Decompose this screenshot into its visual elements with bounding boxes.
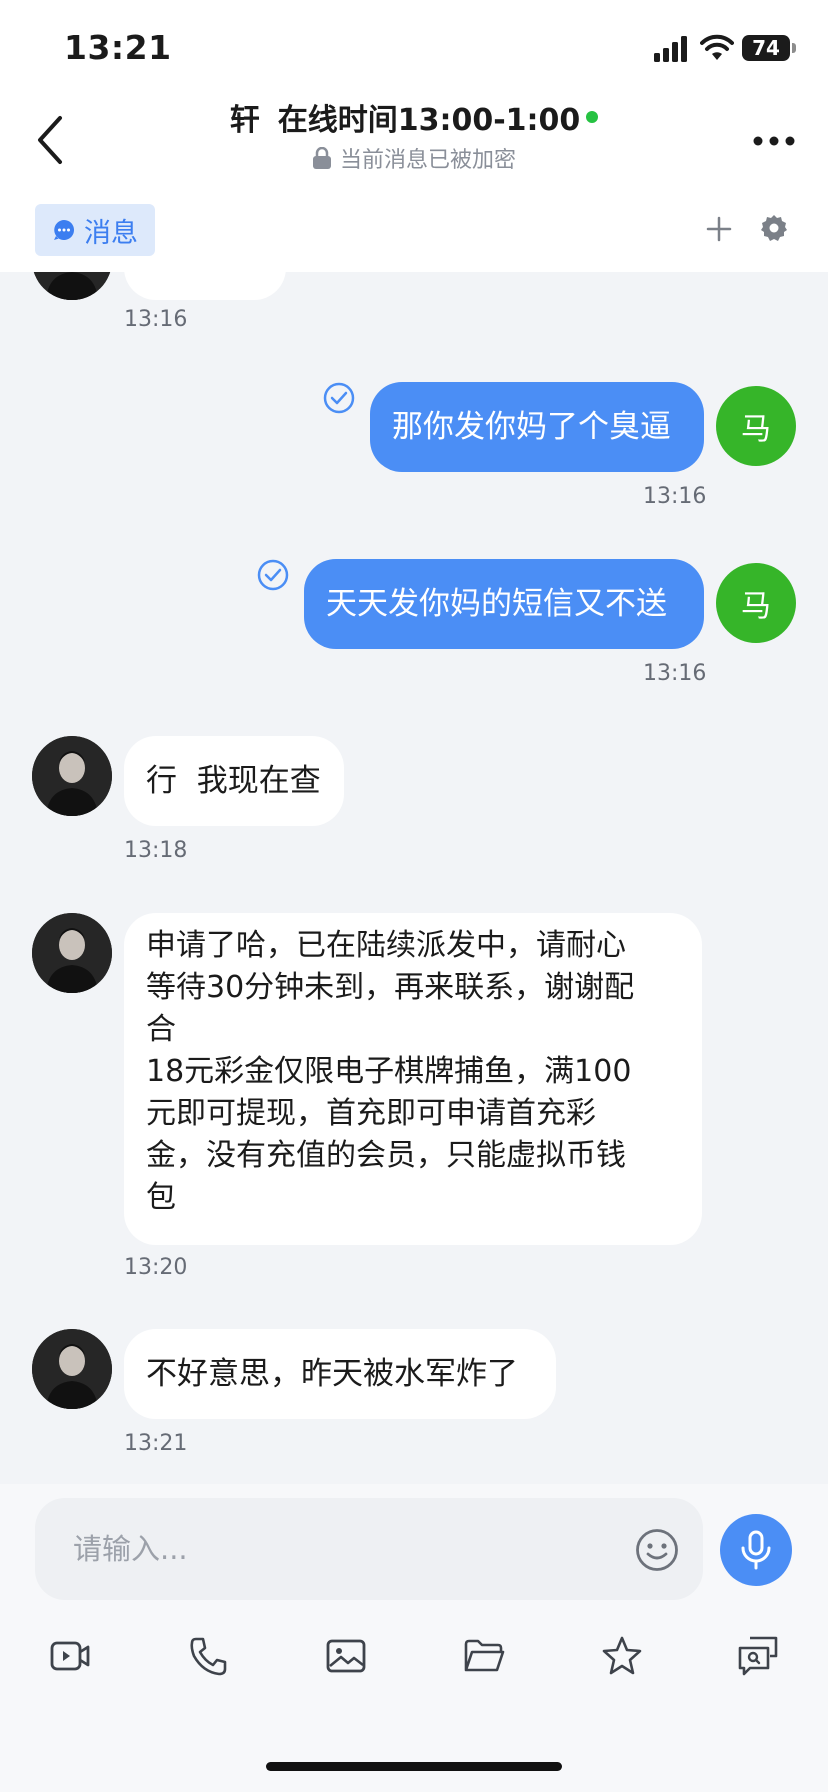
cellular-signal-icon	[654, 36, 687, 62]
contact-avatar[interactable]	[32, 1329, 112, 1409]
contact-name: 轩	[229, 103, 260, 138]
message-text: 不好意思，昨天被水军炸了	[146, 1356, 518, 1392]
message-input-placeholder: 请输入...	[73, 1532, 188, 1566]
video-icon[interactable]	[48, 1634, 92, 1678]
message-timestamp: 13:18	[124, 838, 188, 863]
my-avatar-text: 马	[741, 412, 771, 447]
attachment-toolbar	[0, 1634, 828, 1694]
gear-icon[interactable]	[760, 214, 788, 242]
message-bubble-incoming[interactable]: 不好意思，昨天被水军炸了	[124, 1329, 556, 1419]
message-line: 申请了哈，已在陆续派发中，请耐心	[146, 928, 626, 963]
message-line: 18元彩金仅限电子棋牌捕鱼，满100	[146, 1054, 632, 1089]
tab-row: 消息	[0, 186, 828, 272]
tab-messages-label: 消息	[84, 217, 138, 249]
message-text: 那你发你妈了个臭逼	[392, 409, 671, 445]
message-bubble-outgoing[interactable]: 天天发你妈的短信又不送	[304, 559, 704, 649]
message-bubble-incoming[interactable]: 申请了哈，已在陆续派发中，请耐心 等待30分钟未到，再来联系，谢谢配 合 18元…	[124, 913, 702, 1245]
wifi-icon	[700, 34, 734, 60]
folder-icon[interactable]	[462, 1634, 506, 1678]
message-bubble-outgoing[interactable]: 那你发你妈了个臭逼	[370, 382, 704, 472]
clock: 13:21	[64, 28, 172, 67]
home-indicator[interactable]	[266, 1762, 562, 1771]
message-timestamp: 13:20	[124, 1255, 188, 1280]
person-photo-icon	[32, 913, 112, 993]
message-timestamp: 13:16	[643, 484, 707, 509]
contact-avatar[interactable]	[32, 272, 112, 300]
tab-messages[interactable]: 消息	[35, 204, 155, 256]
message-line: 等待30分钟未到，再来联系，谢谢配	[146, 970, 635, 1005]
more-options-icon[interactable]	[752, 134, 796, 148]
phone-icon[interactable]	[186, 1634, 230, 1678]
contact-title: 轩 在线时间13:00-1:00	[0, 96, 828, 138]
message-timestamp: 13:16	[643, 661, 707, 686]
message-text: 天天发你妈的短信又不送	[326, 586, 667, 622]
composer: 请输入...	[0, 1484, 828, 1792]
message-line: 金，没有充值的会员，只能虚拟币钱	[146, 1138, 626, 1173]
read-check-icon	[323, 382, 355, 414]
message-list[interactable]: 13:16 那你发你妈了个臭逼 马 13:16 天天发你妈的短信又不送 马 13…	[0, 272, 828, 1484]
image-icon[interactable]	[324, 1634, 368, 1678]
online-indicator	[586, 111, 599, 123]
message-timestamp: 13:21	[124, 1431, 188, 1456]
emoji-icon[interactable]	[635, 1528, 679, 1572]
person-photo-icon	[32, 272, 112, 300]
message-input[interactable]: 请输入...	[35, 1498, 703, 1600]
message-timestamp: 13:16	[124, 307, 188, 332]
chat-search-icon[interactable]	[736, 1634, 780, 1678]
encryption-note: 当前消息已被加密	[0, 142, 828, 174]
star-icon[interactable]	[600, 1634, 644, 1678]
contact-avatar[interactable]	[32, 913, 112, 993]
contact-status-text: 在线时间13:00-1:00	[277, 103, 581, 138]
person-photo-icon	[32, 736, 112, 816]
encryption-note-text: 当前消息已被加密	[339, 148, 516, 173]
status-bar: 13:21 74	[0, 0, 828, 96]
message-line: 元即可提现，首充即可申请首充彩	[146, 1096, 596, 1131]
person-photo-icon	[32, 1329, 112, 1409]
message-text: 行 我现在查	[146, 763, 321, 799]
message-line: 包	[146, 1180, 176, 1215]
chat-header: 轩 在线时间13:00-1:00 当前消息已被加密	[0, 96, 828, 186]
battery-indicator: 74	[742, 35, 790, 61]
contact-avatar[interactable]	[32, 736, 112, 816]
message-bubble-incoming[interactable]	[124, 272, 286, 300]
my-avatar-text: 马	[741, 589, 771, 624]
microphone-icon	[741, 1530, 771, 1570]
lock-icon	[312, 147, 331, 169]
message-bubble-incoming[interactable]: 行 我现在查	[124, 736, 344, 826]
message-bubble-icon	[54, 220, 74, 240]
my-avatar[interactable]: 马	[716, 563, 796, 643]
message-line: 合	[146, 1012, 176, 1047]
voice-input-button[interactable]	[720, 1514, 792, 1586]
plus-icon[interactable]	[706, 216, 732, 242]
my-avatar[interactable]: 马	[716, 386, 796, 466]
read-check-icon	[257, 559, 289, 591]
battery-nub	[792, 43, 796, 53]
